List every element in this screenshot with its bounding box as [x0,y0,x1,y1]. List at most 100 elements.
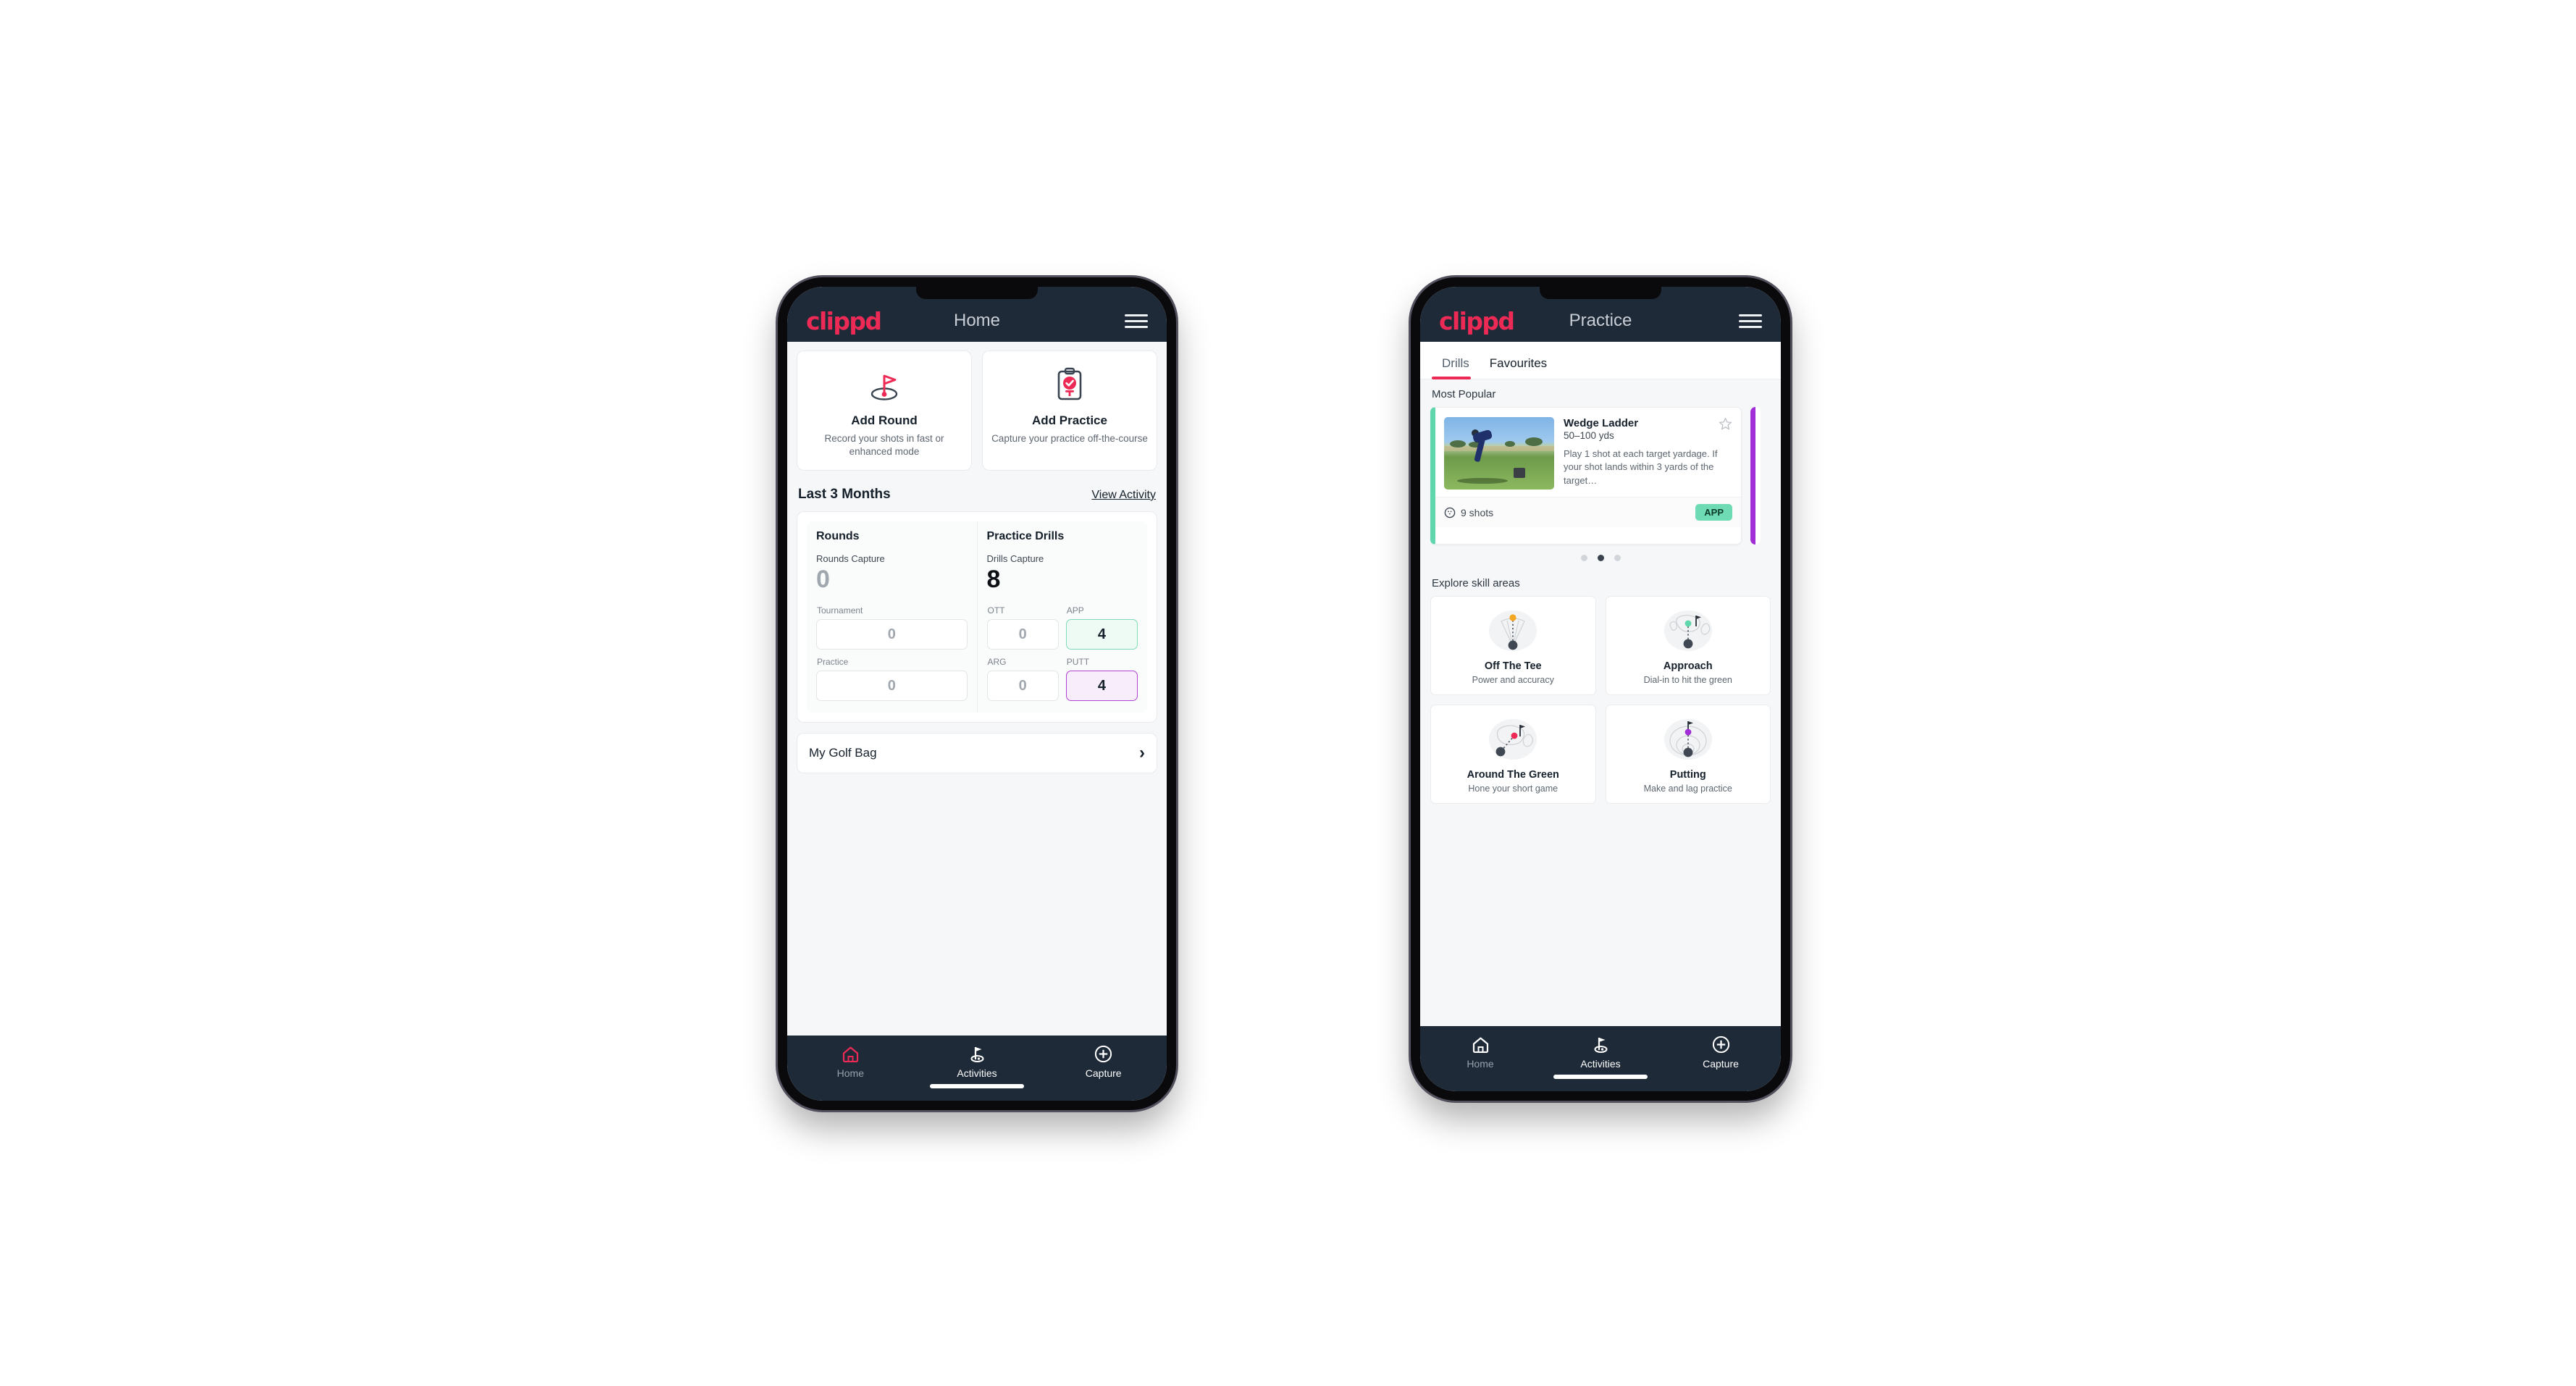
ott-value[interactable]: 0 [986,619,1059,650]
hamburger-icon[interactable] [1125,314,1148,328]
arg-value[interactable]: 0 [986,671,1059,701]
hamburger-icon[interactable] [1739,314,1762,328]
drill-shots: 9 shots [1444,507,1493,518]
tournament-value[interactable]: 0 [816,619,968,650]
skill-subtitle: Make and lag practice [1643,784,1732,794]
my-golf-bag-label: My Golf Bag [809,746,877,760]
home-bottom-nav: Home Activities Capture [787,1036,1167,1101]
arg-label: ARG [987,657,1007,667]
carousel-dots[interactable] [1420,555,1781,561]
putt-field: PUTT 4 [1065,657,1138,701]
tournament-label: Tournament [817,605,863,616]
skill-card-putting[interactable]: Putting Make and lag practice [1605,705,1771,804]
nav-label-home: Home [836,1067,865,1079]
skill-name: Around The Green [1467,769,1559,781]
carousel-dot-1[interactable] [1580,555,1587,561]
nav-item-capture[interactable]: Capture [1661,1035,1781,1070]
clipboard-check-icon [990,366,1149,403]
skill-areas-grid: Off The Tee Power and accuracy Approach … [1420,596,1781,804]
nav-item-activities[interactable]: Activities [1540,1035,1661,1070]
app-label: APP [1066,605,1084,616]
drill-card-footer: 9 shots APP [1435,497,1741,527]
drill-card-body: Wedge Ladder 50–100 yds Play 1 shot at e… [1435,408,1741,497]
nav-item-home[interactable]: Home [1420,1035,1540,1070]
golf-flag-icon [968,1044,987,1063]
practice-label: Practice [817,657,849,667]
add-practice-card[interactable]: Add Practice Capture your practice off-t… [982,350,1157,471]
home-content: Add Round Record your shots in fast or e… [787,342,1167,1036]
tee-shot-fan-icon [1437,607,1590,655]
rounds-capture-label: Rounds Capture [816,553,885,564]
add-round-subtitle: Record your shots in fast or enhanced mo… [824,433,944,457]
phone-notch [1540,287,1661,299]
quick-actions: Add Round Record your shots in fast or e… [797,350,1157,471]
golf-flag-icon [805,366,964,403]
my-golf-bag-row[interactable]: My Golf Bag › [797,733,1157,773]
rounds-capture-value: 0 [816,565,830,593]
drill-carousel[interactable]: Wedge Ladder 50–100 yds Play 1 shot at e… [1420,407,1781,545]
home-icon [842,1044,860,1063]
skill-subtitle: Dial-in to hit the green [1643,675,1732,685]
phone-notch [916,287,1038,299]
nav-label-capture: Capture [1085,1067,1122,1079]
golf-flag-icon [1591,1035,1611,1054]
skill-name: Off The Tee [1484,660,1542,672]
practice-value[interactable]: 0 [816,671,968,701]
practice-bottom-nav: Home Activities Capture [1420,1026,1781,1091]
drills-capture-value: 8 [986,565,1001,593]
ott-label: OTT [987,605,1005,616]
practice-tabs: Drills Favourites [1420,342,1781,379]
tab-favourites[interactable]: Favourites [1480,356,1557,379]
clippd-logo[interactable]: clippd [1439,309,1515,333]
nav-item-activities[interactable]: Activities [914,1044,1041,1079]
practice-screen: clippd Practice Drills Favourites Most P… [1420,287,1781,1091]
practice-content: Most Popular Wedge Ladder 50–100 yds Pla… [1420,379,1781,1026]
add-round-card[interactable]: Add Round Record your shots in fast or e… [797,350,972,471]
nav-label-home: Home [1467,1058,1494,1070]
skill-card-approach[interactable]: Approach Dial-in to hit the green [1605,596,1771,695]
skill-name: Approach [1663,660,1713,672]
explore-skill-areas-title: Explore skill areas [1432,577,1520,589]
home-screen: clippd Home Add Round Record your shots … [787,287,1167,1101]
drill-row-2: ARG 0 PUTT 4 [986,657,1138,701]
putt-label: PUTT [1066,657,1090,667]
approach-green-icon [1612,607,1765,655]
home-icon [1472,1035,1490,1054]
nav-item-home[interactable]: Home [787,1044,914,1079]
app-field: APP 4 [1065,605,1138,650]
add-practice-subtitle: Capture your practice off-the-course [991,433,1148,444]
putt-value[interactable]: 4 [1065,671,1138,701]
app-value[interactable]: 4 [1065,619,1138,650]
chevron-right-icon: › [1139,743,1145,763]
skill-card-around-the-green[interactable]: Around The Green Hone your short game [1430,705,1596,804]
stats-card: Rounds Rounds Capture 0 Tournament 0 Pra… [797,511,1157,723]
drill-card-next-peek[interactable] [1750,407,1761,545]
view-activity-link[interactable]: View Activity [1091,489,1156,502]
nav-label-activities: Activities [957,1067,997,1079]
carousel-dot-2[interactable] [1597,555,1604,561]
practice-field: Practice 0 [816,657,968,701]
rounds-column: Rounds Rounds Capture 0 Tournament 0 Pra… [807,521,978,713]
tab-drills[interactable]: Drills [1432,356,1480,379]
phone-mockup-practice: clippd Practice Drills Favourites Most P… [1411,277,1790,1101]
rounds-heading: Rounds [816,529,860,542]
drill-shots-label: 9 shots [1461,506,1494,518]
drill-name-row: Wedge Ladder 50–100 yds [1564,417,1732,441]
drill-skill-badge: APP [1695,504,1732,521]
clippd-logo[interactable]: clippd [806,309,882,333]
skill-card-off-the-tee[interactable]: Off The Tee Power and accuracy [1430,596,1596,695]
carousel-dot-3[interactable] [1614,555,1621,561]
drill-thumbnail [1444,417,1554,490]
skill-subtitle: Hone your short game [1468,784,1558,794]
nav-item-capture[interactable]: Capture [1040,1044,1167,1079]
drills-heading: Practice Drills [986,529,1065,542]
ott-field: OTT 0 [986,605,1059,650]
skill-subtitle: Power and accuracy [1472,675,1554,685]
drill-card-wedge-ladder[interactable]: Wedge Ladder 50–100 yds Play 1 shot at e… [1430,407,1742,545]
nav-label-activities: Activities [1580,1058,1621,1070]
screenshot-canvas: clippd Home Add Round Record your shots … [0,0,2576,1386]
drills-capture-label: Drills Capture [986,553,1044,564]
star-outline-icon[interactable] [1719,417,1732,434]
putting-rings-icon [1612,715,1765,763]
arg-field: ARG 0 [986,657,1059,701]
